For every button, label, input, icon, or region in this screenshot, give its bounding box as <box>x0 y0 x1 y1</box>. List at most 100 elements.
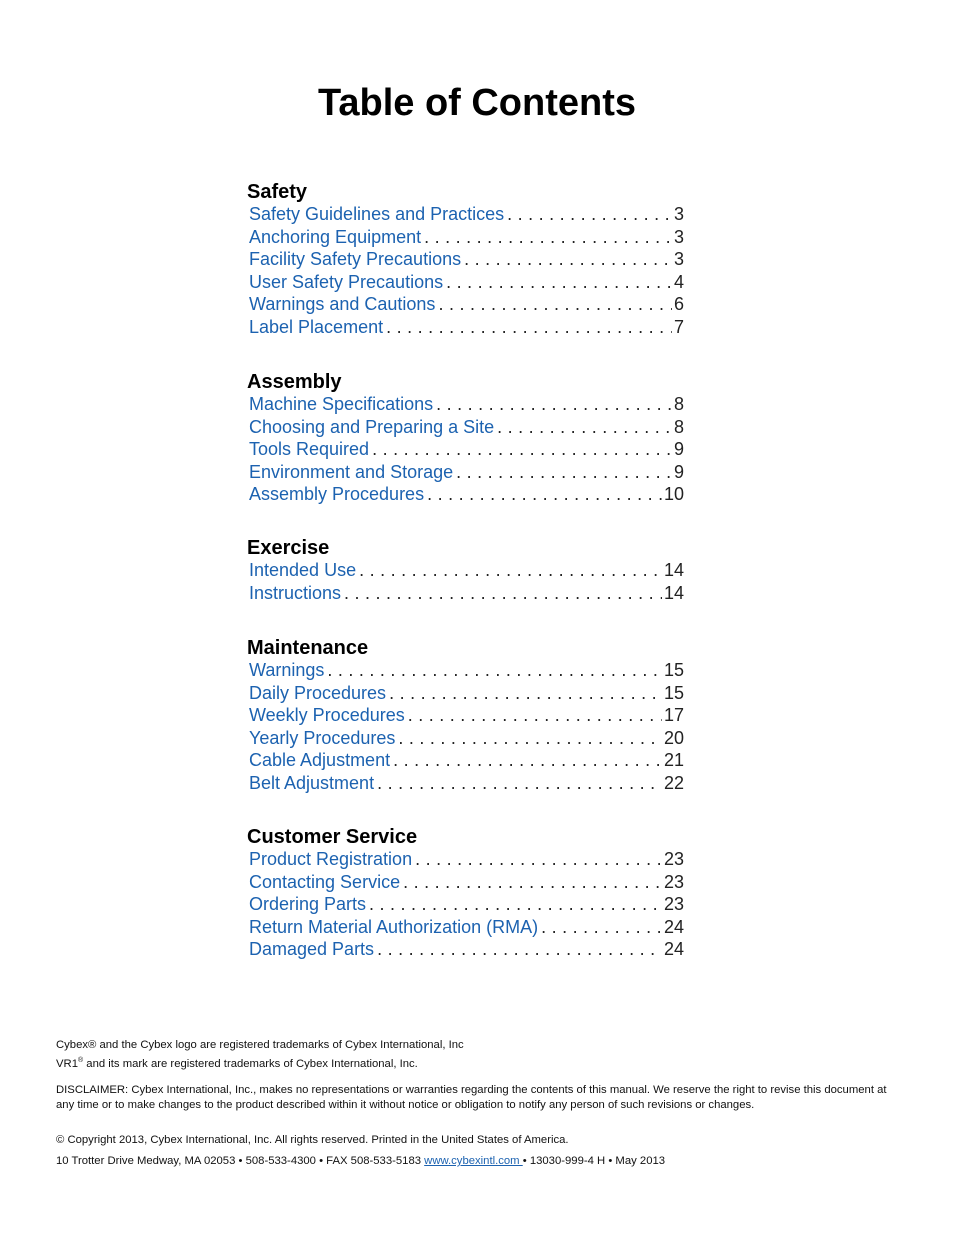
toc-entry[interactable]: Warnings and Cautions 6 <box>247 293 684 316</box>
page-number: 23 <box>663 894 684 914</box>
leader-dots <box>341 582 662 605</box>
trademark-line-2: VR1® and its mark are registered tradema… <box>56 1053 896 1072</box>
contact-info: 10 Trotter Drive Medway, MA 02053 • 508-… <box>56 1154 896 1169</box>
leader-dots <box>421 226 672 249</box>
toc-link[interactable]: Assembly Procedures <box>249 483 424 506</box>
toc-link[interactable]: Damaged Parts <box>249 938 374 961</box>
toc-link[interactable]: Product Registration <box>249 848 412 871</box>
leader-dots <box>424 483 662 506</box>
toc-entry[interactable]: Yearly Procedures 20 <box>247 727 684 750</box>
page-number: 15 <box>663 682 684 703</box>
website-link[interactable]: www.cybexintl.com <box>424 1155 523 1167</box>
leader-dots <box>504 203 672 226</box>
toc-link[interactable]: Belt Adjustment <box>249 772 374 795</box>
toc-link[interactable]: Yearly Procedures <box>249 727 395 750</box>
page-number: 4 <box>673 271 684 292</box>
leader-dots <box>324 659 662 682</box>
toc-link[interactable]: Label Placement <box>249 316 383 339</box>
section-heading: Safety <box>247 181 308 203</box>
toc-entry[interactable]: Machine Specifications 8 <box>247 393 684 416</box>
toc-entry[interactable]: Cable Adjustment 21 <box>247 749 684 772</box>
toc-entry[interactable]: Weekly Procedures 17 <box>247 704 684 727</box>
toc-entry[interactable]: Assembly Procedures 10 <box>247 483 684 506</box>
leader-dots <box>374 772 662 795</box>
page-number: 23 <box>663 849 684 869</box>
toc-entry[interactable]: Ordering Parts 23 <box>247 893 684 916</box>
section-heading: Maintenance <box>247 637 369 659</box>
toc-link[interactable]: Contacting Service <box>249 871 400 894</box>
toc-link[interactable]: Intended Use <box>249 559 356 582</box>
page-number: 17 <box>663 705 684 725</box>
page-number: 24 <box>663 939 684 959</box>
document-info: • 13030-999-4 H • May 2013 <box>522 1155 666 1167</box>
address: 10 Trotter Drive Medway, MA 02053 • 508-… <box>56 1155 425 1167</box>
page-number: 8 <box>673 416 684 437</box>
toc-link[interactable]: Return Material Authorization (RMA) <box>249 916 538 939</box>
page-number: 14 <box>663 560 684 580</box>
page-number: 24 <box>663 916 684 937</box>
toc-link[interactable]: Ordering Parts <box>249 893 366 916</box>
toc-entry[interactable]: Contacting Service 23 <box>247 871 684 894</box>
toc-entry[interactable]: Damaged Parts 24 <box>247 938 684 961</box>
leader-dots <box>433 393 672 416</box>
toc-entry[interactable]: Anchoring Equipment 3 <box>247 226 684 249</box>
page-number: 3 <box>673 226 684 247</box>
toc-link[interactable]: Machine Specifications <box>249 393 433 416</box>
toc-link[interactable]: Facility Safety Precautions <box>249 248 461 271</box>
page-number: 9 <box>673 439 684 459</box>
toc-link[interactable]: User Safety Precautions <box>249 271 443 294</box>
toc-entry[interactable]: Tools Required 9 <box>247 438 684 461</box>
toc-link[interactable]: Weekly Procedures <box>249 704 405 727</box>
toc-link[interactable]: Environment and Storage <box>249 461 453 484</box>
page-number: 15 <box>663 660 684 680</box>
leader-dots <box>494 416 672 439</box>
section-heading: Assembly <box>247 371 342 393</box>
toc-link[interactable]: Daily Procedures <box>249 682 386 705</box>
toc-link[interactable]: Anchoring Equipment <box>249 226 421 249</box>
toc-section-exercise: Exercise Intended Use 14 Instructions 14 <box>247 537 684 604</box>
toc-entry[interactable]: Daily Procedures 15 <box>247 682 684 705</box>
page-number: 14 <box>663 582 684 603</box>
toc-entry[interactable]: Warnings 15 <box>247 659 684 682</box>
toc-entry[interactable]: Facility Safety Precautions 3 <box>247 248 684 271</box>
toc-link[interactable]: Warnings and Cautions <box>249 293 435 316</box>
toc-entry[interactable]: Belt Adjustment 22 <box>247 772 684 795</box>
leader-dots <box>390 749 662 772</box>
page-number: 6 <box>673 294 684 314</box>
leader-dots <box>453 461 672 484</box>
page-number: 21 <box>663 750 684 770</box>
toc-link[interactable]: Instructions <box>249 582 341 605</box>
leader-dots <box>374 938 662 961</box>
toc-link[interactable]: Safety Guidelines and Practices <box>249 203 504 226</box>
toc-entry[interactable]: Label Placement 7 <box>247 316 684 339</box>
leader-dots <box>395 727 662 750</box>
leader-dots <box>400 871 662 894</box>
leader-dots <box>386 682 662 705</box>
page-number: 9 <box>673 461 684 482</box>
toc-link[interactable]: Cable Adjustment <box>249 749 390 772</box>
toc-link[interactable]: Warnings <box>249 659 324 682</box>
toc-entry[interactable]: Choosing and Preparing a Site 8 <box>247 416 684 439</box>
page-number: 22 <box>663 772 684 793</box>
trademark-line-1: Cybex® and the Cybex logo are registered… <box>56 1039 464 1051</box>
toc-section-assembly: Assembly Machine Specifications 8 Choosin… <box>247 371 684 506</box>
page-number: 3 <box>673 204 684 224</box>
toc-entry[interactable]: Instructions 14 <box>247 582 684 605</box>
leader-dots <box>383 316 672 339</box>
page-number: 23 <box>663 871 684 892</box>
toc-entry[interactable]: Intended Use 14 <box>247 559 684 582</box>
leader-dots <box>443 271 672 294</box>
toc-entry[interactable]: Safety Guidelines and Practices 3 <box>247 203 684 226</box>
toc-entry[interactable]: User Safety Precautions 4 <box>247 271 684 294</box>
trademark-text: and its mark are registered trademarks o… <box>83 1057 418 1070</box>
toc-section-customer-service: Customer Service Product Registration23 … <box>247 826 684 961</box>
page-title: Table of Contents <box>317 82 637 124</box>
toc-entry[interactable]: Environment and Storage 9 <box>247 461 684 484</box>
toc-link[interactable]: Choosing and Preparing a Site <box>249 416 494 439</box>
toc-link[interactable]: Tools Required <box>249 438 369 461</box>
page-number: 20 <box>663 727 684 748</box>
toc-entry[interactable]: Product Registration 23 <box>247 848 684 871</box>
toc-entry[interactable]: Return Material Authorization (RMA) 24 <box>247 916 684 939</box>
section-heading: Exercise <box>247 537 330 559</box>
leader-dots <box>461 248 672 271</box>
